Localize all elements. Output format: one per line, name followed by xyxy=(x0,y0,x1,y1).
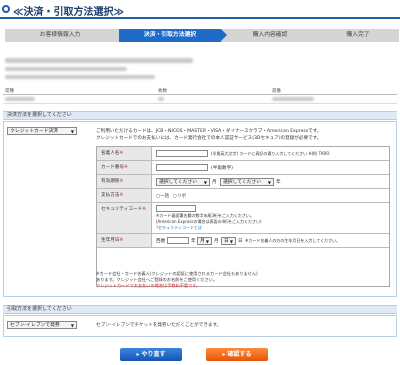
pay-lump-radio[interactable]: ○一括 xyxy=(156,193,169,199)
expiry-month-select[interactable]: 選択してください ▼ xyxy=(156,178,210,186)
expiry-year-unit: 年 xyxy=(276,180,281,185)
form-row-expiry: 有効期限※ 選択してください ▼ 月 選択してください ▼ 年 xyxy=(97,175,389,189)
name-required-mark: ※ xyxy=(119,151,124,156)
security-code-help-link[interactable]: ?セキュリティコードとは xyxy=(156,225,202,231)
birth-year-unit: 年 xyxy=(191,239,196,244)
payment-method-select[interactable]: クレジットカード決済 ▼ xyxy=(7,127,77,135)
redo-button[interactable]: ▸ やり直す xyxy=(120,348,182,361)
birth-era: 西暦 xyxy=(156,239,166,244)
confirm-button[interactable]: ▸ 確認する xyxy=(206,348,268,361)
step-payment-pickup: 決済・引取方法選択 xyxy=(119,29,227,42)
form-row-security: セキュリティコード※ ※カード裏面署名欄の数字末尾3桁をご入力ください。 (Am… xyxy=(97,203,389,234)
birth-year-input[interactable] xyxy=(167,237,189,244)
pickup-method-value: セブン-イレブンで発券 xyxy=(10,323,60,328)
quantity-value-blurred xyxy=(158,97,164,101)
birth-day-select[interactable]: 日 ▼ xyxy=(221,237,236,245)
paytype-required-mark: ※ xyxy=(119,193,124,198)
card-hint: (半角数字) xyxy=(211,166,233,171)
birthday-label: 生年月日※ xyxy=(97,234,152,247)
birthday-required-mark: ※ xyxy=(119,238,124,243)
chevron-down-icon: ▼ xyxy=(205,239,209,244)
security-code-input[interactable] xyxy=(156,205,196,212)
card-required-mark: ※ xyxy=(123,165,128,170)
event-title-blurred xyxy=(5,58,193,63)
seat-number-value-blurred xyxy=(272,97,314,101)
step-confirm: 購入内容確認 xyxy=(252,32,288,38)
birth-month-unit: 月 xyxy=(214,239,219,244)
form-row-birthday: 生年月日※ 西暦 年 月 ▼ 月 日 ▼ 日 ※カード名義人の方の生年月日を入力して… xyxy=(97,234,389,248)
chevron-down-icon: ▼ xyxy=(203,180,207,185)
payment-footnote3: クレジットカードでお支払いの場合は手数料不要です。 xyxy=(96,283,201,288)
expiry-month-unit: 月 xyxy=(212,180,217,185)
chevron-down-icon: ▼ xyxy=(70,323,74,328)
form-row-paytype: 支払方法※ ○一括 ○リボ xyxy=(97,189,389,203)
payment-notice-line2: クレジットカードでのお支払いには、カード発行会社での本人認証サービス(3Dセキュ… xyxy=(96,136,322,141)
pickup-method-select[interactable]: セブン-イレブンで発券 ▼ xyxy=(7,321,77,329)
card-form: 名義人名※ (半角英大文字) カードに表記の通り入力してください ※例) TAR… xyxy=(96,146,390,287)
birth-hint: ※カード名義人の方の生年月日を入力してください。 xyxy=(245,238,341,243)
step-complete: 購入完了 xyxy=(346,32,370,38)
progress-steps: お客様情報入力 決済・引取方法選択 購入内容確認 購入完了 xyxy=(5,29,399,42)
header-rule xyxy=(0,17,400,19)
chevron-down-icon: ▼ xyxy=(267,180,271,185)
birth-day-unit: 日 xyxy=(238,239,243,244)
event-venue-blurred xyxy=(5,75,155,79)
form-row-card: カード番号※ (半角数字) xyxy=(97,161,389,175)
payment-section-title: 決済方法を選択してください xyxy=(3,111,397,120)
security-required-mark: ※ xyxy=(142,207,146,212)
payment-method-value: クレジットカード決済 xyxy=(10,129,58,134)
pickup-section-title: 引取方法を選択してください xyxy=(3,305,397,314)
form-row-name: 名義人名※ (半角英大文字) カードに表記の通り入力してください ※例) TAR… xyxy=(97,147,389,161)
chevron-down-icon: ▼ xyxy=(70,129,74,134)
pickup-notice: セブン-イレブンでチケットを発券いただくことができます。 xyxy=(96,323,222,328)
title-bullet-icon xyxy=(2,5,10,13)
cardholder-name-input[interactable] xyxy=(156,150,208,157)
name-hint: (半角英大文字) カードに表記の通り入力してください ※例) TARO xyxy=(211,151,330,156)
page-title: ≪決済・引取方法選択≫ xyxy=(13,7,124,18)
paytype-label: 支払方法※ xyxy=(97,189,152,202)
info-divider-bottom xyxy=(3,103,397,104)
card-number-input[interactable] xyxy=(156,164,208,171)
pay-revolving-radio[interactable]: ○リボ xyxy=(173,193,186,199)
seat-type-value-blurred xyxy=(5,97,35,101)
expiry-year-select[interactable]: 選択してください ▼ xyxy=(220,178,274,186)
step-customer-info: お客様情報入力 xyxy=(39,32,81,38)
card-label: カード番号※ xyxy=(97,161,152,174)
security-label: セキュリティコード※ xyxy=(97,203,152,233)
expiry-label: 有効期限※ xyxy=(97,175,152,188)
expiry-required-mark: ※ xyxy=(119,179,124,184)
chevron-down-icon: ▼ xyxy=(229,239,233,244)
birth-month-select[interactable]: 月 ▼ xyxy=(197,237,212,245)
payment-notice-line1: ご利用いただけるカードは、JCB・NICOS・MASTER・VISA・ダイナース… xyxy=(96,129,322,134)
info-divider xyxy=(3,94,397,95)
name-label: 名義人名※ xyxy=(97,147,152,160)
page-header: ≪決済・引取方法選択≫ xyxy=(0,0,400,20)
event-date-blurred xyxy=(5,67,127,71)
